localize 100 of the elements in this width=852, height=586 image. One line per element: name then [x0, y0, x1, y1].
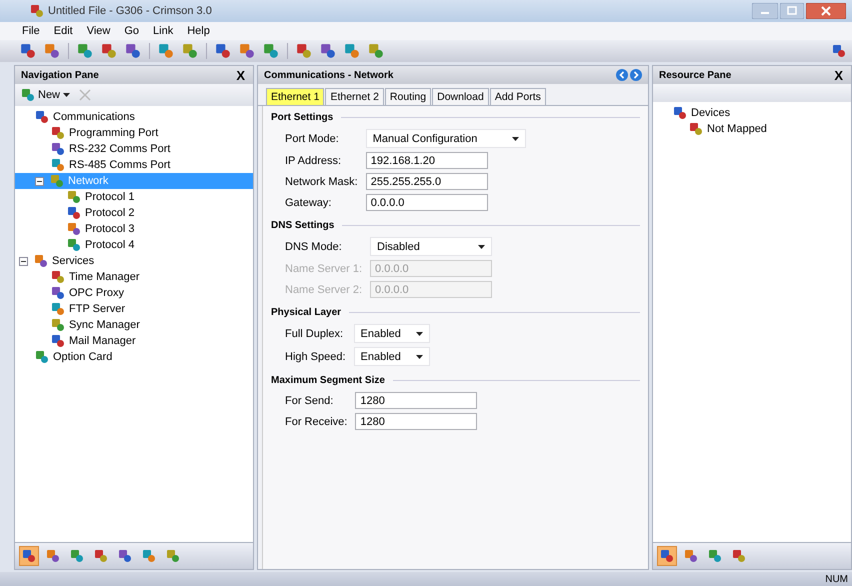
node-icon — [51, 142, 65, 156]
tree-item[interactable]: OPC Proxy — [48, 285, 128, 301]
close-icon[interactable] — [806, 3, 846, 19]
caret-icon — [478, 244, 486, 248]
input-field[interactable]: 1280 — [355, 392, 478, 409]
menu-item[interactable]: Go — [124, 25, 140, 37]
dropdown[interactable]: Enabled — [354, 347, 430, 366]
new-button[interactable]: New — [19, 87, 72, 103]
node-icon — [35, 110, 49, 124]
tab[interactable]: Routing — [384, 88, 432, 105]
maximize-icon[interactable] — [780, 3, 804, 19]
input-field[interactable]: 0.0.0.0 — [366, 194, 488, 211]
toolbar-icon[interactable] — [320, 43, 336, 59]
toolbar-icon[interactable] — [296, 43, 312, 59]
tree-item[interactable]: Protocol 3 — [64, 221, 138, 237]
view-icon — [118, 549, 132, 563]
node-icon — [67, 190, 81, 204]
field-label: Name Server 1: — [285, 262, 362, 274]
view-button[interactable] — [657, 546, 677, 566]
view-icon — [660, 549, 674, 563]
tree-item[interactable]: Time Manager — [48, 269, 143, 285]
node-icon — [35, 350, 49, 364]
pane-title: Resource Pane — [659, 70, 732, 80]
toolbar-icon[interactable] — [239, 43, 255, 59]
field-label: Full Duplex: — [285, 328, 344, 340]
dropdown[interactable]: Enabled — [354, 324, 430, 343]
pane-title: Communications - Network — [264, 70, 394, 80]
node-icon — [51, 158, 65, 172]
view-icon — [166, 549, 180, 563]
tree-item[interactable]: Communications — [32, 109, 138, 125]
toolbar-icon[interactable] — [77, 43, 93, 59]
tree-item[interactable]: Devices — [670, 105, 734, 121]
tab[interactable]: Add Ports — [490, 88, 546, 105]
node-icon — [51, 334, 65, 348]
tree-item[interactable]: Protocol 4 — [64, 237, 138, 253]
node-icon — [50, 174, 64, 188]
toolbar-icon[interactable] — [125, 43, 141, 59]
minimize-icon[interactable] — [752, 3, 778, 19]
input-field[interactable]: 1280 — [355, 413, 478, 430]
dropdown[interactable]: Manual Configuration — [366, 129, 526, 148]
field-label: DNS Mode: — [285, 240, 343, 252]
toolbar-icon[interactable] — [44, 43, 60, 59]
tab[interactable]: Ethernet 1 — [266, 88, 324, 105]
caret-icon — [416, 354, 423, 358]
tree-item[interactable]: Sync Manager — [48, 317, 143, 333]
menu-item[interactable]: Edit — [54, 25, 73, 37]
node-icon — [51, 270, 65, 284]
menu-item[interactable]: View — [86, 25, 110, 37]
view-icon — [708, 549, 722, 563]
field-label: Gateway: — [285, 196, 332, 208]
pane-title: Navigation Pane — [21, 70, 100, 80]
dropdown[interactable]: Disabled — [370, 237, 492, 256]
menu-item[interactable]: Link — [153, 25, 174, 37]
tree-item[interactable]: Protocol 1 — [64, 189, 138, 205]
tree-item[interactable]: Mail Manager — [48, 333, 139, 349]
section-title: DNS Settings — [271, 220, 334, 231]
new-icon — [21, 88, 35, 102]
field-label: Name Server 2: — [285, 284, 362, 296]
back-icon[interactable] — [616, 69, 628, 81]
collapse-toggle[interactable] — [19, 256, 28, 266]
view-icon — [142, 549, 156, 563]
section-title: Maximum Segment Size — [271, 375, 385, 386]
tree-item[interactable]: Option Card — [32, 349, 116, 365]
toolbar-icon[interactable] — [20, 43, 36, 59]
tree-item[interactable]: Programming Port — [48, 125, 162, 141]
toolbar-icon[interactable] — [344, 43, 360, 59]
node-icon — [67, 206, 81, 220]
tree-item[interactable]: RS-485 Comms Port — [48, 157, 174, 173]
tree-item[interactable]: RS-232 Comms Port — [48, 141, 174, 157]
tree-item[interactable]: FTP Server — [48, 301, 128, 317]
toolbar-icon[interactable] — [182, 43, 198, 59]
caret-icon — [416, 332, 423, 336]
toolbar-icon[interactable] — [368, 43, 384, 59]
tree-item[interactable]: Services — [31, 253, 98, 269]
toolbar-icon[interactable] — [101, 43, 117, 59]
toolbar-icon[interactable] — [263, 43, 279, 59]
caret-icon — [63, 93, 70, 97]
node-icon — [67, 222, 81, 236]
node-icon — [67, 238, 81, 252]
node-icon — [51, 286, 65, 300]
forward-icon[interactable] — [630, 69, 642, 81]
field-label: Network Mask: — [285, 176, 358, 188]
close-button[interactable]: X — [832, 68, 845, 82]
tab[interactable]: Ethernet 2 — [325, 88, 384, 105]
tab[interactable]: Download — [432, 88, 489, 105]
menu-item[interactable]: File — [22, 25, 40, 37]
menu-item[interactable]: Help — [187, 25, 210, 37]
status-indicator: NUM — [825, 574, 848, 584]
toolbar-icon[interactable] — [215, 43, 231, 59]
view-icon — [70, 549, 84, 563]
collapse-toggle[interactable] — [35, 176, 44, 186]
tree-item[interactable]: Not Mapped — [686, 121, 770, 137]
view-icon — [46, 549, 60, 563]
tree-item[interactable]: Protocol 2 — [64, 205, 138, 221]
close-button[interactable]: X — [234, 68, 247, 82]
view-button[interactable] — [19, 546, 39, 566]
input-field[interactable]: 192.168.1.20 — [366, 152, 488, 169]
help-icon — [832, 44, 846, 58]
input-field[interactable]: 255.255.255.0 — [366, 173, 488, 190]
toolbar-icon[interactable] — [158, 43, 174, 59]
